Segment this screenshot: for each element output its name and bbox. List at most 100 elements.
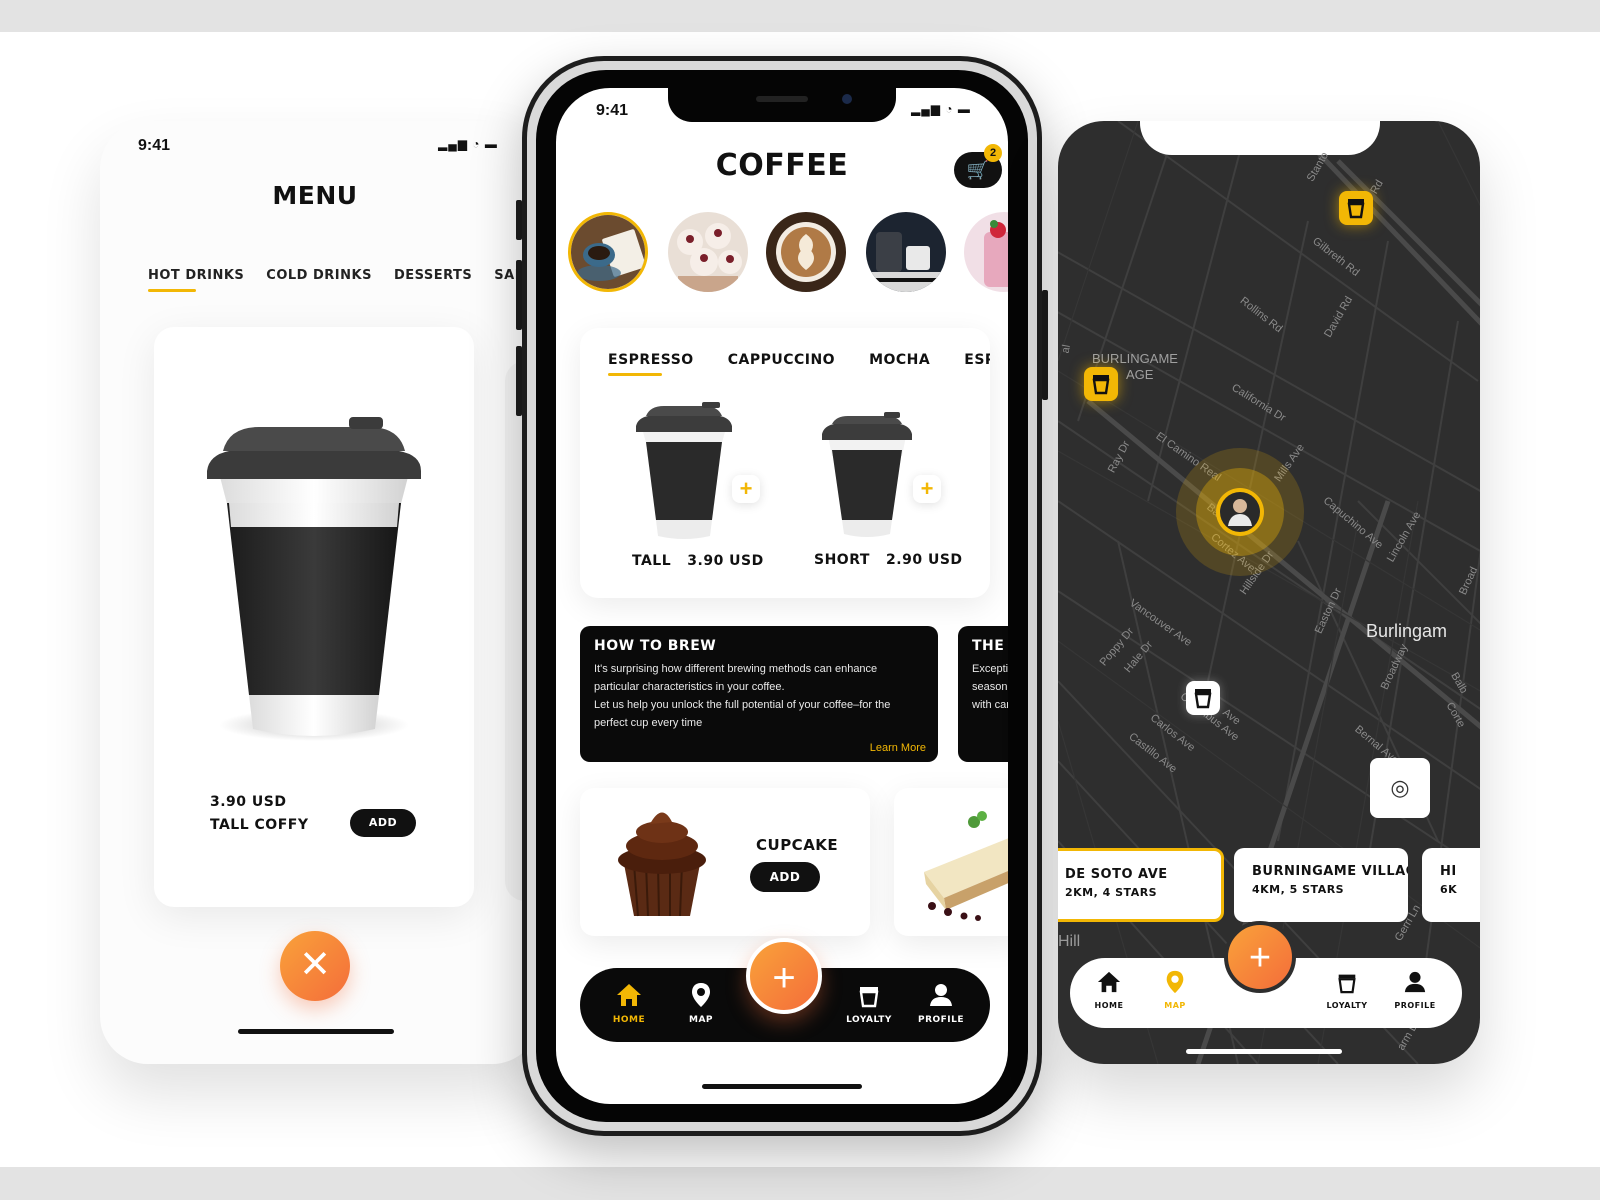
story-latte-art[interactable] xyxy=(766,212,846,292)
profile-icon xyxy=(930,984,952,1006)
close-button[interactable]: ✕ xyxy=(280,931,350,1001)
tab-profile[interactable]: PROFILE xyxy=(916,982,966,1025)
cheesecake-card[interactable] xyxy=(894,788,1008,936)
map-pin-icon xyxy=(692,983,710,1007)
tab-cappuccino[interactable]: CAPPUCCINO xyxy=(728,352,835,368)
area-label: AGE xyxy=(1126,367,1154,382)
tab-map[interactable]: MAP xyxy=(676,982,726,1025)
locate-me-button[interactable]: ◎ xyxy=(1370,758,1430,818)
speaker xyxy=(756,96,808,102)
short-cup-image[interactable] xyxy=(820,412,914,540)
story-cupcakes[interactable] xyxy=(668,212,748,292)
tab-map[interactable]: MAP xyxy=(1150,970,1200,1010)
rare-coffee-card[interactable]: THE RA Exceptio season, r with care xyxy=(958,626,1008,762)
street-label: Hill xyxy=(1058,933,1081,950)
tall-size: TALL xyxy=(632,553,672,569)
tab-loyalty-label: LOYALTY xyxy=(846,1015,892,1025)
tall-price: 3.90 USD xyxy=(687,553,764,569)
product-price: 3.90 USD xyxy=(210,794,287,810)
place-card[interactable]: DE SOTO AVE 2KM, 4 STARS xyxy=(1058,848,1224,922)
tab-mocha[interactable]: MOCHA xyxy=(869,352,930,368)
tab-map-label: MAP xyxy=(1164,1001,1186,1010)
top-band xyxy=(0,0,1600,32)
learn-more-link[interactable]: Learn More xyxy=(870,742,926,754)
crosshair-icon: ◎ xyxy=(1390,775,1410,800)
tab-desserts[interactable]: DESSERTS xyxy=(394,268,472,283)
plus-icon: + xyxy=(1248,937,1272,979)
tab-espresso[interactable]: ESPRESSO xyxy=(608,352,694,376)
category-tabs: HOT DRINKS COLD DRINKS DESSERTS SALTY CO… xyxy=(148,268,540,292)
tab-home[interactable]: HOME xyxy=(1084,970,1134,1010)
page-title: MENU xyxy=(272,181,358,210)
tab-espresso-2[interactable]: ESPRES xyxy=(964,352,990,368)
power-button xyxy=(1042,290,1048,400)
home-icon xyxy=(617,984,641,1006)
area-label: BURLINGAME xyxy=(1092,351,1178,366)
notch xyxy=(668,88,896,122)
tab-map-label: MAP xyxy=(688,1015,714,1025)
place-name: HI xyxy=(1440,864,1457,879)
story-coffee-machine[interactable] xyxy=(866,212,946,292)
product-name: TALL COFFY xyxy=(210,817,309,833)
cart-icon: 🛒 xyxy=(966,160,990,180)
add-tall-button[interactable]: + xyxy=(732,475,760,503)
drinks-card: ESPRESSO CAPPUCCINO MOCHA ESPRES + TALL … xyxy=(580,328,990,598)
cart-button[interactable]: 🛒 2 xyxy=(954,144,1002,188)
home-indicator xyxy=(238,1029,394,1034)
street-label: al xyxy=(1059,343,1073,355)
add-button[interactable]: ADD xyxy=(350,809,416,837)
cupcake-image xyxy=(618,812,706,917)
brew-line: It's surprising how different brewing me… xyxy=(594,663,878,675)
add-fab-button[interactable]: + xyxy=(746,938,822,1014)
coffee-screen: 9:41 ▂▄▆ ◔ ▬ COFFEE 🛒 2 ESPRESSO CAPPUCC… xyxy=(556,88,1008,1104)
coffee-cup-icon xyxy=(1092,375,1110,395)
drink-tabs: ESPRESSO CAPPUCCINO MOCHA ESPRES xyxy=(608,352,990,376)
rare-title: THE RA xyxy=(972,638,1008,654)
avatar xyxy=(1233,499,1247,513)
place-meta: 2KM, 4 STARS xyxy=(1065,886,1158,899)
add-cupcake-button[interactable]: ADD xyxy=(750,862,820,892)
city-label: Burlingam xyxy=(1366,621,1448,641)
tab-loyalty[interactable]: LOYALTY xyxy=(1322,970,1372,1010)
tab-profile[interactable]: PROFILE xyxy=(1390,970,1440,1010)
plus-icon: + xyxy=(772,956,796,1000)
place-card[interactable]: HI 6K xyxy=(1422,848,1480,922)
user-location-marker[interactable] xyxy=(1174,446,1306,578)
product-card[interactable]: 3.90 USD TALL COFFY ADD xyxy=(154,327,474,907)
brew-line: perfect cup every time xyxy=(594,717,703,729)
short-price: 2.90 USD xyxy=(886,552,963,568)
status-icons: ▂▄▆ ◔ ▬ xyxy=(911,102,971,116)
cupcakes-image xyxy=(668,212,748,292)
coffee-shop-pin[interactable] xyxy=(1339,191,1373,225)
tab-loyalty-label: LOYALTY xyxy=(1326,1001,1368,1010)
add-fab-button[interactable]: + xyxy=(1224,921,1296,993)
story-notebook-coffee[interactable] xyxy=(568,212,648,292)
smoothie-image xyxy=(964,212,1008,292)
cart-badge: 2 xyxy=(984,144,1002,162)
notch xyxy=(195,121,433,153)
coffee-shop-pin[interactable] xyxy=(1186,681,1220,715)
camera xyxy=(842,94,852,104)
brew-body: It's surprising how different brewing me… xyxy=(594,660,924,732)
status-icons: ▂▄▆ ◔ ▬ xyxy=(438,137,498,151)
rare-line: Exceptio xyxy=(972,663,1008,675)
coffee-cup-icon xyxy=(1347,199,1365,219)
tab-home[interactable]: HOME xyxy=(604,982,654,1025)
brew-title: HOW TO BREW xyxy=(594,638,717,654)
add-short-button[interactable]: + xyxy=(913,475,941,503)
notch xyxy=(1140,121,1380,155)
tab-cold-drinks[interactable]: COLD DRINKS xyxy=(266,268,372,283)
place-card[interactable]: BURNINGAME VILLAGE 4KM, 5 STARS xyxy=(1234,848,1408,922)
tall-cup-image[interactable] xyxy=(634,402,734,542)
tab-hot-drinks[interactable]: HOT DRINKS xyxy=(148,268,244,292)
tab-loyalty[interactable]: LOYALTY xyxy=(844,982,894,1025)
story-smoothie[interactable] xyxy=(964,212,1008,292)
menu-screen: 9:41 ▂▄▆ ◔ ▬ MENU HOT DRINKS COLD DRINKS… xyxy=(100,121,540,1064)
how-to-brew-card[interactable]: HOW TO BREW It's surprising how differen… xyxy=(580,626,938,762)
coffee-shop-pin[interactable] xyxy=(1084,367,1118,401)
tab-profile-label: PROFILE xyxy=(1394,1001,1436,1010)
cupcake-card[interactable]: CUPCAKE ADD xyxy=(580,788,870,936)
rare-body: Exceptio season, r with care xyxy=(972,660,1008,714)
short-label: SHORT 2.90 USD xyxy=(814,552,963,568)
tab-home-label: HOME xyxy=(1094,1001,1124,1010)
